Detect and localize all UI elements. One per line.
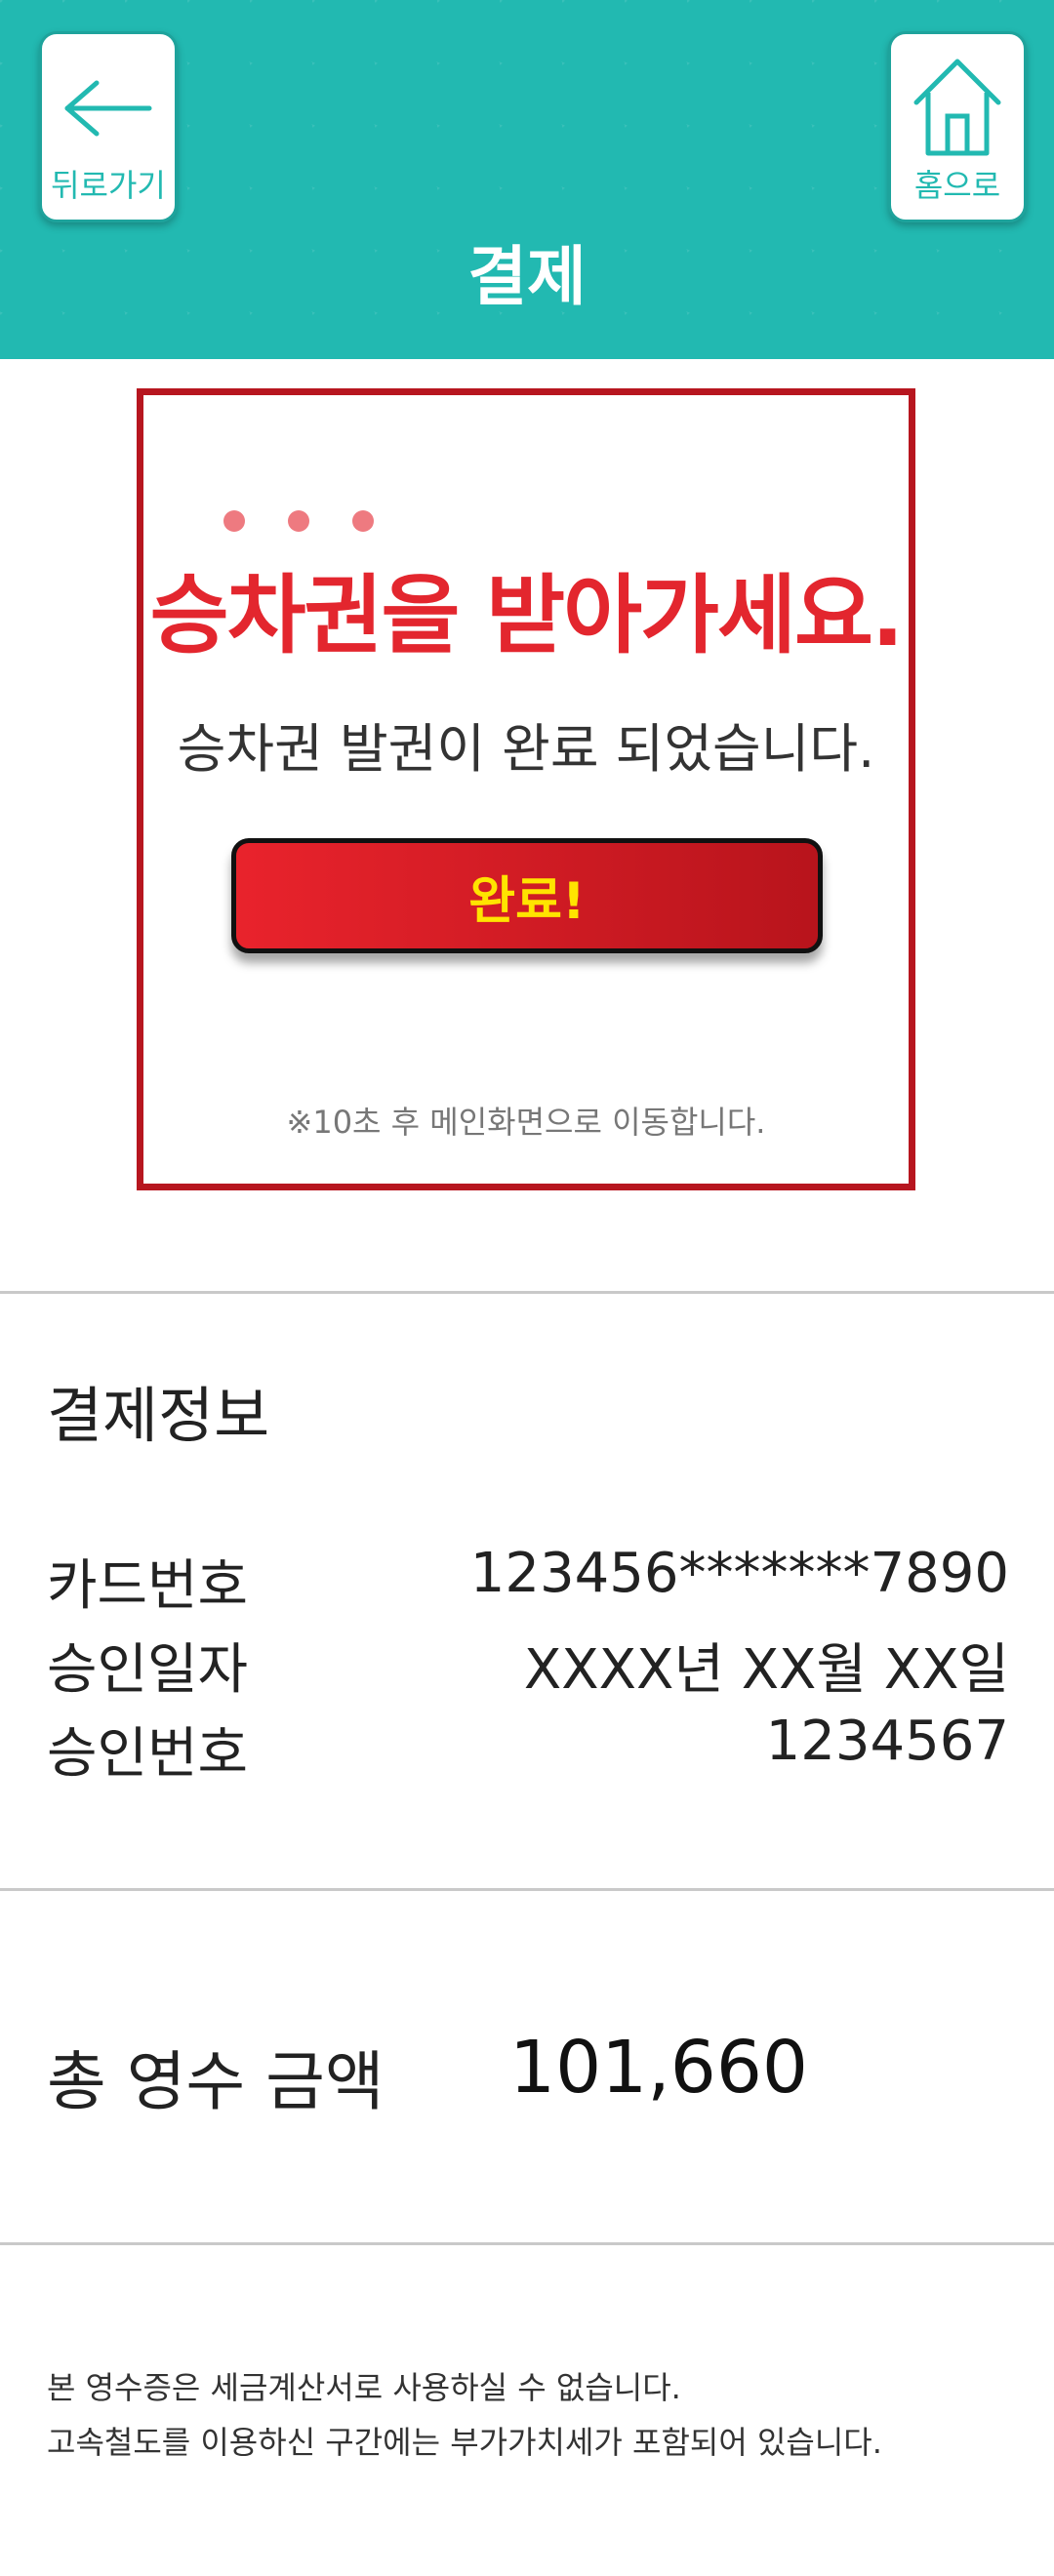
house-icon — [913, 59, 1001, 156]
page-title: 결제 — [467, 239, 587, 314]
payment-row-card-number: 카드번호 123456*******7890 — [47, 1542, 1009, 1618]
row-value: XXXX년 XX월 XX일 — [523, 1638, 1009, 1702]
divider — [0, 1291, 1054, 1294]
row-label: 승인번호 — [47, 1722, 249, 1786]
notice-headline: 승차권을 받아가세요. — [149, 565, 905, 665]
footnote-text: 본 영수증은 세금계산서로 사용하실 수 없습니다. — [47, 2369, 681, 2406]
total-amount-value: 101,660 — [509, 2026, 809, 2110]
payment-row-approval-number: 승인번호 1234567 — [47, 1710, 1009, 1786]
dot — [352, 510, 374, 532]
dot — [223, 510, 245, 532]
notice-message: 승차권 발권이 완료 되었습니다. — [177, 718, 875, 780]
row-value: 1234567 — [765, 1710, 1009, 1773]
footnote-text: 고속철도를 이용하신 구간에는 부가가치세가 포함되어 있습니다. — [47, 2424, 882, 2461]
done-button[interactable]: 완료! — [231, 838, 823, 953]
auto-redirect-note: ※10초 후 메인화면으로 이동합니다. — [286, 1104, 766, 1141]
row-value: 123456*******7890 — [469, 1542, 1009, 1605]
home-button-label: 홈으로 — [913, 167, 1001, 204]
header-bar: 뒤로가기 결제 홈으로 — [0, 0, 1054, 359]
divider — [0, 2242, 1054, 2245]
ticket-notice-box: 승차권을 받아가세요. 승차권 발권이 완료 되었습니다. 완료! ※10초 후… — [137, 388, 915, 1190]
row-label: 카드번호 — [47, 1554, 249, 1618]
home-button[interactable]: 홈으로 — [888, 31, 1027, 222]
arrow-left-icon — [64, 80, 152, 137]
divider — [0, 1888, 1054, 1891]
row-label: 승인일자 — [47, 1638, 249, 1702]
back-button-label: 뒤로가기 — [51, 167, 166, 204]
total-amount-label: 총 영수 금액 — [47, 2044, 385, 2119]
payment-info-title: 결제정보 — [47, 1380, 270, 1451]
payment-row-approval-date: 승인일자 XXXX년 XX월 XX일 — [47, 1626, 1009, 1702]
dot — [288, 510, 309, 532]
back-button[interactable]: 뒤로가기 — [39, 31, 178, 222]
